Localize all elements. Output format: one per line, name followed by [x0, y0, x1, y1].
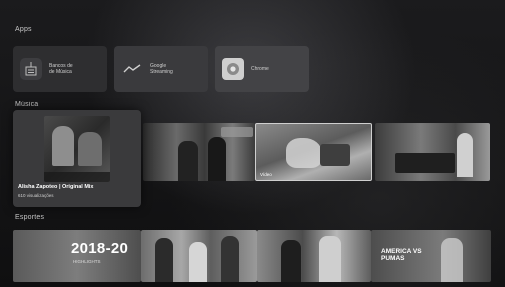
album-art-footer — [44, 172, 110, 182]
radio-tower-icon — [20, 58, 42, 80]
sports-thumb[interactable] — [257, 230, 371, 282]
focused-music-card[interactable]: Alisha Zapoteo | Original Mix 610 visual… — [13, 110, 141, 207]
player-silhouette — [221, 236, 239, 282]
player-silhouette — [281, 240, 301, 282]
app-card-streaming[interactable]: Google Streaming — [114, 46, 208, 92]
sports-thumb[interactable]: 2018-20 HIGHLIGHTS — [13, 230, 141, 282]
player-silhouette — [441, 238, 463, 282]
sports-section-title: Esportes — [15, 214, 45, 221]
app-label-streaming: Google Streaming — [150, 63, 173, 75]
focused-views: 610 visualizações — [18, 193, 54, 198]
player-silhouette — [155, 238, 173, 282]
focused-title: Alisha Zapoteo | Original Mix — [18, 184, 94, 190]
streaming-icon — [121, 58, 143, 80]
app-label-chrome: Chrome — [251, 66, 269, 72]
sports-thumb-title: AMERICA VS PUMAS — [381, 248, 422, 262]
player-silhouette — [189, 242, 207, 282]
sports-thumb-title: 2018-20 — [71, 240, 129, 257]
animal-shape — [286, 138, 322, 168]
figure-shape — [52, 126, 74, 166]
music-section-title: Música — [15, 101, 39, 108]
figure-shape — [78, 132, 102, 166]
app-card-chrome[interactable]: Chrome — [215, 46, 309, 92]
chrome-icon — [222, 58, 244, 80]
person-silhouette — [208, 137, 226, 181]
music-thumb[interactable] — [375, 123, 490, 181]
music-thumb[interactable] — [143, 123, 255, 181]
person-silhouette — [457, 133, 473, 177]
person-silhouette — [178, 141, 198, 181]
sports-thumb[interactable] — [141, 230, 257, 282]
apps-row: Bancos de de Música Google Streaming Chr… — [13, 46, 309, 92]
player-silhouette — [319, 236, 341, 282]
album-art — [44, 116, 110, 182]
vehicle-shape — [320, 144, 350, 166]
apps-section-title: Apps — [15, 26, 32, 33]
sign-shape — [221, 127, 253, 137]
piano-shape — [395, 153, 455, 173]
thumb-caption-video: Vídeo — [260, 172, 272, 177]
sports-thumb[interactable]: AMERICA VS PUMAS — [371, 230, 491, 282]
tv-home-screen: Apps Bancos de de Música Google Streamin… — [0, 0, 505, 287]
sports-thumb-subtitle: HIGHLIGHTS — [73, 259, 101, 264]
music-thumb[interactable]: Vídeo — [255, 123, 372, 181]
app-label-music-bank: Bancos de de Música — [49, 63, 73, 75]
app-card-music-bank[interactable]: Bancos de de Música — [13, 46, 107, 92]
